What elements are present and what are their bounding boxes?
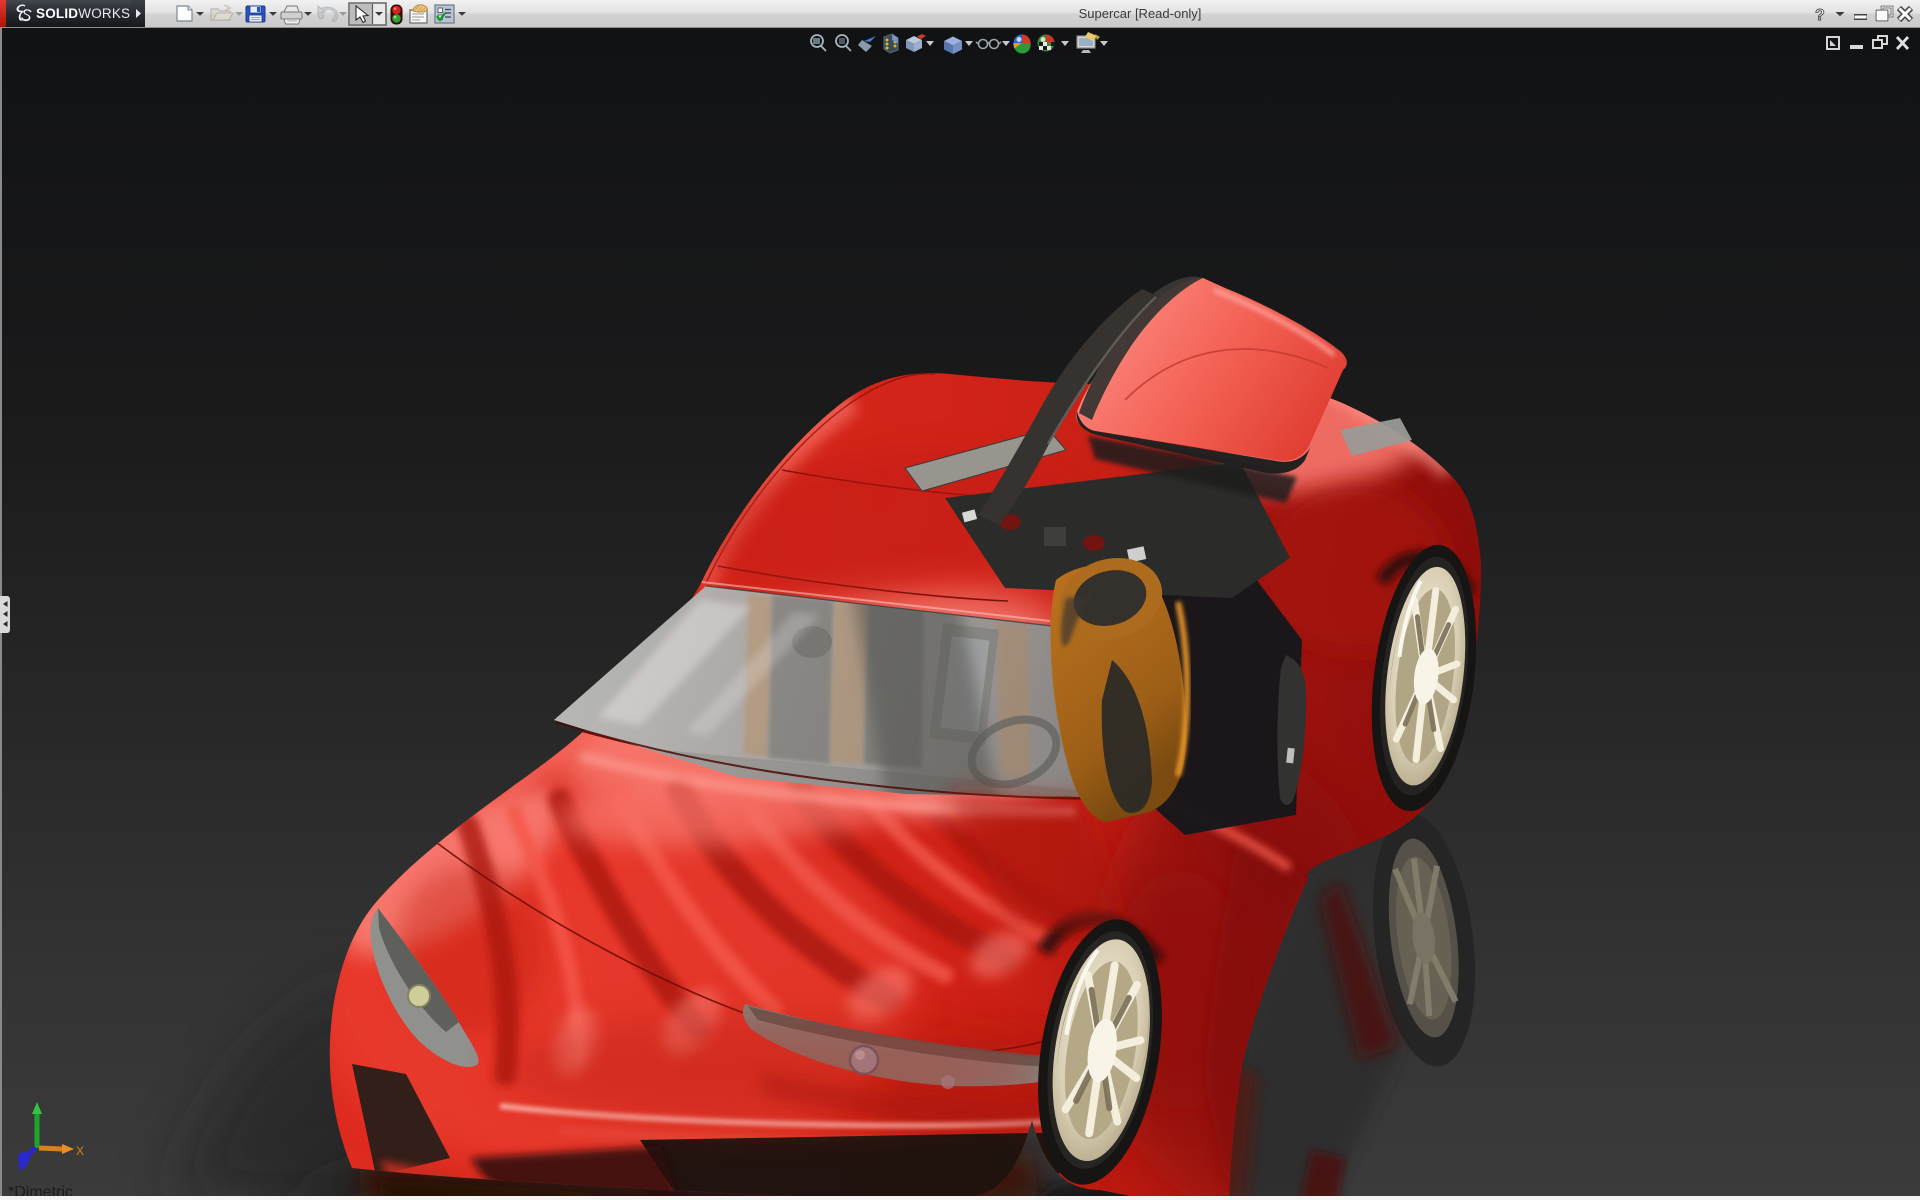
svg-text:?: ? bbox=[1815, 7, 1825, 24]
svg-text:X: X bbox=[76, 1144, 84, 1158]
